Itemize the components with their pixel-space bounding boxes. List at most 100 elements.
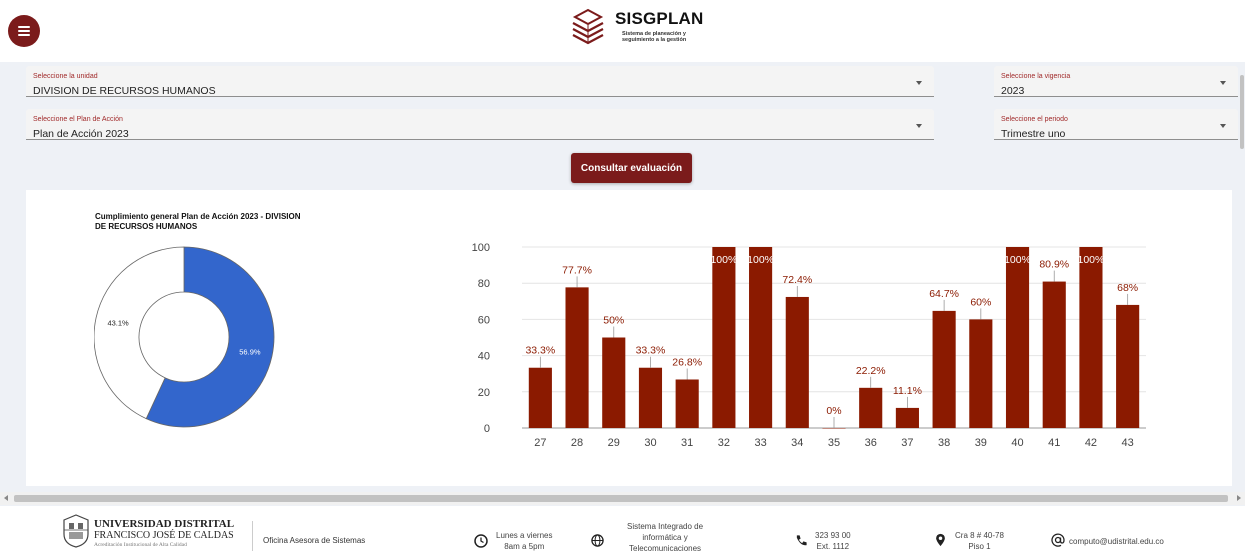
unidad-label: Seleccione la unidad [33,73,98,80]
filter-panel: Seleccione la unidad DIVISION DE RECURSO… [18,64,1240,184]
y-tick-label: 0 [484,423,490,435]
bar-data-label: 60% [970,296,991,308]
menu-button[interactable] [8,15,40,47]
university-crest-icon [63,514,89,548]
bar-data-label: 33.3% [525,345,555,357]
bar-data-label: 11.1% [893,385,922,397]
top-header: SISGPLAN Sistema de planeación y seguimi… [0,0,1245,62]
x-tick-label: 40 [1011,437,1023,449]
bar[interactable] [785,296,809,428]
x-tick-label: 34 [791,437,803,449]
university-name: UNIVERSIDAD DISTRITAL [94,518,235,530]
x-tick-label: 36 [865,437,877,449]
bar-data-label: 77.7% [562,264,592,276]
phone-icon [796,535,807,546]
x-tick-label: 27 [534,437,546,449]
bar[interactable] [749,247,773,428]
x-tick-label: 41 [1048,437,1060,449]
phone-number: 323 93 00 Ext. 1112 [815,531,851,551]
footer-divider [252,521,253,551]
bar-data-label: 100% [1078,254,1105,266]
horizontal-scrollbar[interactable] [0,492,1245,505]
bar[interactable] [675,379,699,428]
bar-data-label: 0% [826,405,841,417]
contact-email[interactable]: computo@udistrital.edu.co [1069,536,1164,547]
bar-data-label: 100% [1004,254,1031,266]
periodo-select[interactable]: Seleccione el periodo Trimestre uno [994,109,1238,140]
donut-chart: 56.9% 43.1% [94,246,275,428]
bar-data-label: 64.7% [929,288,959,300]
vigencia-select[interactable]: Seleccione la vigencia 2023 [994,66,1238,97]
bar[interactable] [1079,247,1103,428]
address: Cra 8 # 40-78 Piso 1 [955,531,1004,551]
bar[interactable] [895,407,919,428]
page-footer: UNIVERSIDAD DISTRITAL FRANCISCO JOSÉ DE … [0,506,1245,558]
app-subtitle: Sistema de planeación y seguimiento a la… [622,31,687,43]
plan-label: Seleccione el Plan de Acción [33,116,123,123]
bar-data-label: 50% [603,315,624,327]
bar[interactable] [528,367,552,428]
results-card: Cumplimiento general Plan de Acción 2023… [26,190,1232,486]
y-tick-label: 100 [472,242,490,254]
bar[interactable] [859,387,883,428]
office-hours: Lunes a viernes 8am a 5pm [496,531,553,551]
scroll-right-arrow-icon[interactable] [1237,495,1241,501]
stacked-layers-icon [572,8,604,45]
bar-data-label: 68% [1117,282,1138,294]
x-tick-label: 43 [1122,437,1134,449]
bar[interactable] [822,428,846,429]
bar-data-label: 100% [710,254,737,266]
consultar-evaluacion-button[interactable]: Consultar evaluación [571,153,692,183]
bar[interactable] [1042,281,1066,428]
scroll-left-arrow-icon[interactable] [4,495,8,501]
bar-data-label: 80.9% [1039,259,1069,271]
plan-value: Plan de Acción 2023 [33,128,129,140]
bar-data-label: 100% [747,254,774,266]
periodo-label: Seleccione el periodo [1001,116,1068,123]
donut-slice-label: 43.1% [107,318,129,327]
bar[interactable] [712,247,736,428]
x-tick-label: 42 [1085,437,1097,449]
bar[interactable] [1116,304,1140,428]
bar-data-label: 33.3% [636,345,666,357]
chevron-down-icon [916,124,922,128]
chevron-down-icon [1220,124,1226,128]
at-sign-icon [1051,533,1065,547]
accreditation-text: Acreditación Institucional de Alta Calid… [94,542,187,548]
x-tick-label: 32 [718,437,730,449]
hamburger-menu-icon [18,26,30,28]
globe-icon [591,534,604,547]
unidad-select[interactable]: Seleccione la unidad DIVISION DE RECURSO… [26,66,934,97]
y-tick-label: 80 [478,278,490,290]
x-tick-label: 31 [681,437,693,449]
x-tick-label: 35 [828,437,840,449]
bar-chart: 0 20 40 60 80 100 33.3% 27 77.7% 28 50% 29 33.3% 30 26… [472,242,1146,449]
bar[interactable] [638,367,663,428]
app-logo[interactable]: SISGPLAN Sistema de planeación y seguimi… [567,6,727,54]
chevron-down-icon [916,81,922,85]
bar[interactable] [602,337,626,429]
bar[interactable] [1005,247,1030,428]
horizontal-scroll-thumb[interactable] [14,495,1228,502]
bar[interactable] [565,287,589,428]
vigencia-label: Seleccione la vigencia [1001,73,1071,80]
x-tick-label: 30 [644,437,656,449]
chevron-down-icon [1220,81,1226,85]
vigencia-value: 2023 [1001,85,1025,97]
bar[interactable] [969,319,993,428]
bar-data-label: 72.4% [782,274,812,286]
x-tick-label: 29 [608,437,620,449]
bar-data-label: 26.8% [672,356,702,368]
location-pin-icon [936,533,945,547]
x-tick-label: 39 [975,437,987,449]
system-name: Sistema Integrado de informática y Telec… [627,522,704,553]
vertical-scroll-thumb[interactable] [1240,75,1244,149]
x-tick-label: 33 [754,437,766,449]
bar[interactable] [932,310,956,428]
x-tick-label: 38 [938,437,950,449]
university-name-2: FRANCISCO JOSÉ DE CALDAS [94,530,234,541]
unidad-value: DIVISION DE RECURSOS HUMANOS [33,85,216,97]
y-tick-label: 40 [478,351,490,363]
y-tick-label: 20 [478,387,490,399]
plan-select[interactable]: Seleccione el Plan de Acción Plan de Acc… [26,109,934,140]
